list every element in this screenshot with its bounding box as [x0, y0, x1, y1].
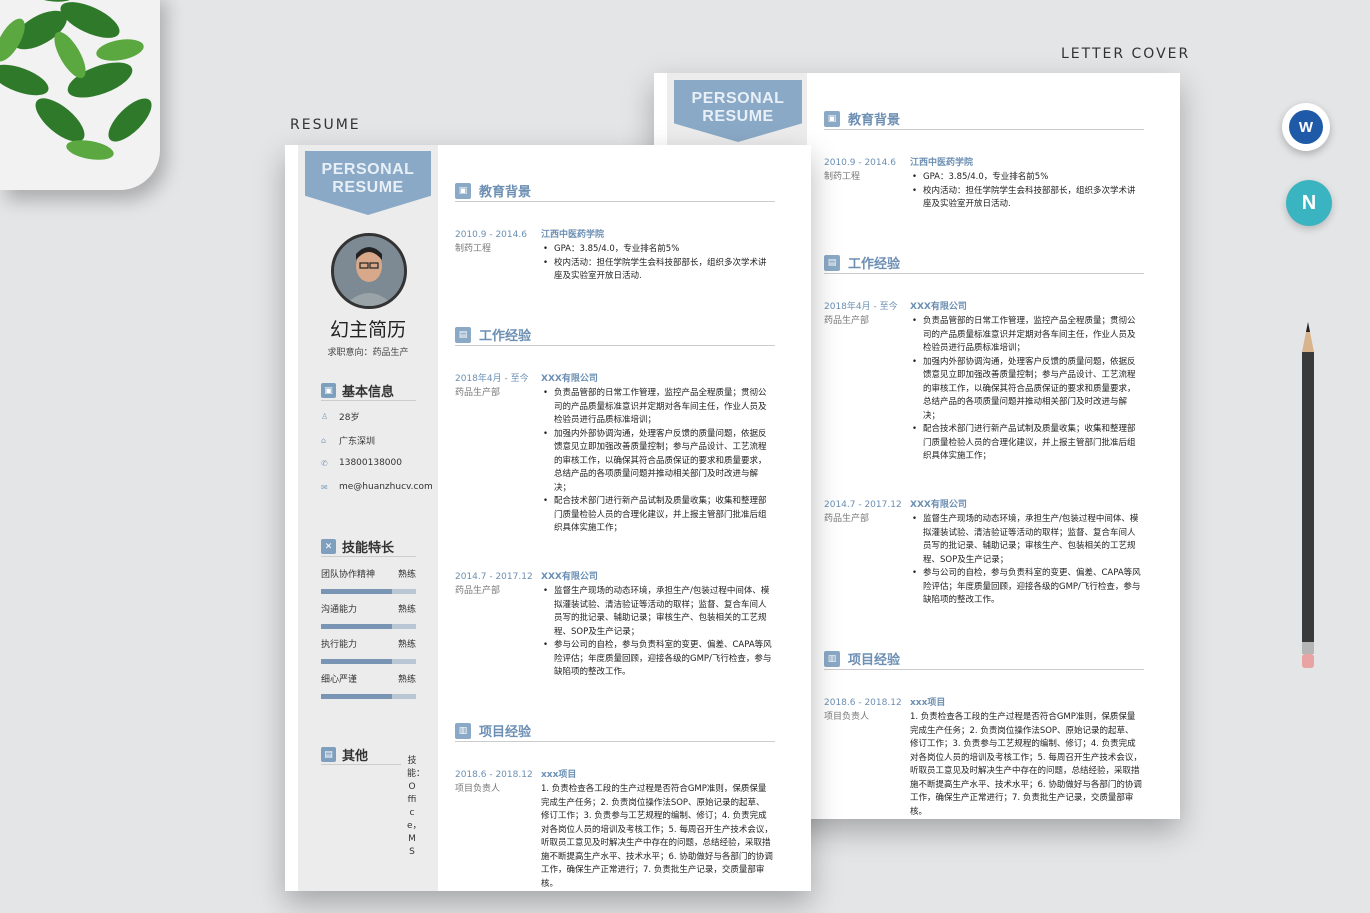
other-heading: ▤ 其他: [321, 745, 368, 764]
graduation-cap-icon: ▣: [824, 110, 840, 127]
other-vertical-text: 技能：Office，MS: [407, 756, 426, 857]
back-banner-line1: PERSONAL: [691, 90, 785, 107]
letter-cover-caption: LETTER COVER: [1061, 46, 1191, 62]
skills-heading: ✕ 技能特长: [321, 537, 394, 556]
divider: [824, 273, 1144, 274]
project-icon: ▥: [455, 722, 471, 739]
mail-icon: ✉: [321, 482, 328, 492]
skill-bar: [321, 694, 416, 699]
work-entry-1: 2018年4月 - 至今 药品生产部 XXX有限公司 负责品管部的日常工作管理，…: [455, 373, 775, 543]
skill-item: 沟通能力 熟练: [321, 602, 416, 629]
skill-item: 团队协作精神 熟练: [321, 567, 416, 594]
info-age: ♙ 28岁: [321, 412, 360, 423]
back-work-entry-2: 2014.7 - 2017.12 药品生产部 XXX有限公司 监督生产现场的动态…: [824, 499, 1144, 619]
other-icon: ▤: [321, 747, 336, 762]
skill-item: 执行能力 熟练: [321, 637, 416, 664]
skills-icon: ✕: [321, 539, 336, 554]
skill-bar: [321, 659, 416, 664]
basic-info-heading: ▣ 基本信息: [321, 381, 394, 400]
info-email: ✉ me@huanzhucv.com: [321, 482, 433, 492]
person-icon: ♙: [321, 412, 329, 421]
divider: [455, 201, 775, 202]
job-intent: 求职意向：药品生产: [327, 348, 409, 358]
banner-line1: PERSONAL: [321, 161, 415, 178]
divider: [321, 400, 416, 401]
project-entry: 2018.6 - 2018.12 项目负责人 xxx项目 1. 负责检查各工段的…: [455, 770, 773, 889]
pages-app-icon[interactable]: N: [1286, 180, 1332, 226]
location-icon: ⌂: [321, 436, 327, 445]
back-education-entry: 2010.9 - 2014.6 制药工程 江西中医药学院 GPA：3.85/4.…: [824, 157, 1144, 217]
resume-sheet: PERSONAL RESUME 幻主简历 求职意向：药品生产 ▣ 基本信息 ♙ 28…: [285, 145, 811, 891]
work-entry-2: 2014.7 - 2017.12 药品生产部 XXX有限公司 监督生产现场的动态…: [455, 571, 775, 691]
graduation-cap-icon: ▣: [455, 182, 471, 199]
resume-caption: RESUME: [290, 117, 361, 133]
back-project-heading: ▥ 项目经验: [824, 649, 900, 668]
back-banner-line2: RESUME: [702, 108, 774, 125]
banner-line2: RESUME: [332, 179, 404, 196]
divider: [455, 345, 775, 346]
divider: [824, 669, 1144, 670]
avatar: [331, 233, 407, 309]
divider: [455, 741, 775, 742]
id-card-icon: ▣: [321, 383, 336, 398]
back-education-heading: ▣ 教育背景: [824, 109, 900, 128]
back-project-entry: 2018.6 - 2018.12 项目负责人 xxx项目 1. 负责检查各工段的…: [824, 698, 1142, 817]
work-heading: ▤ 工作经验: [455, 325, 531, 344]
skill-bar: [321, 624, 416, 629]
pencil-image: [1302, 322, 1314, 668]
briefcase-icon: ▤: [824, 254, 840, 271]
info-location: ⌂ 广东深圳: [321, 436, 376, 447]
profile-photo: [334, 236, 404, 306]
word-icon[interactable]: W: [1282, 103, 1330, 151]
plant-leaves-image: [0, 0, 152, 160]
divider: [321, 764, 401, 765]
project-icon: ▥: [824, 650, 840, 667]
info-phone: ✆ 13800138000: [321, 458, 402, 468]
back-work-heading: ▤ 工作经验: [824, 253, 900, 272]
divider: [824, 129, 1144, 130]
education-entry: 2010.9 - 2014.6 制药工程 江西中医药学院 GPA：3.85/4.…: [455, 229, 775, 289]
divider: [321, 556, 416, 557]
profile-name: 幻主简历: [329, 319, 406, 341]
education-heading: ▣ 教育背景: [455, 181, 531, 200]
back-work-entry-1: 2018年4月 - 至今 药品生产部 XXX有限公司 负责品管部的日常工作管理，…: [824, 301, 1144, 471]
project-heading: ▥ 项目经验: [455, 721, 531, 740]
skill-item: 细心严谨 熟练: [321, 672, 416, 699]
skill-bar: [321, 589, 416, 594]
briefcase-icon: ▤: [455, 326, 471, 343]
phone-icon: ✆: [321, 458, 328, 468]
